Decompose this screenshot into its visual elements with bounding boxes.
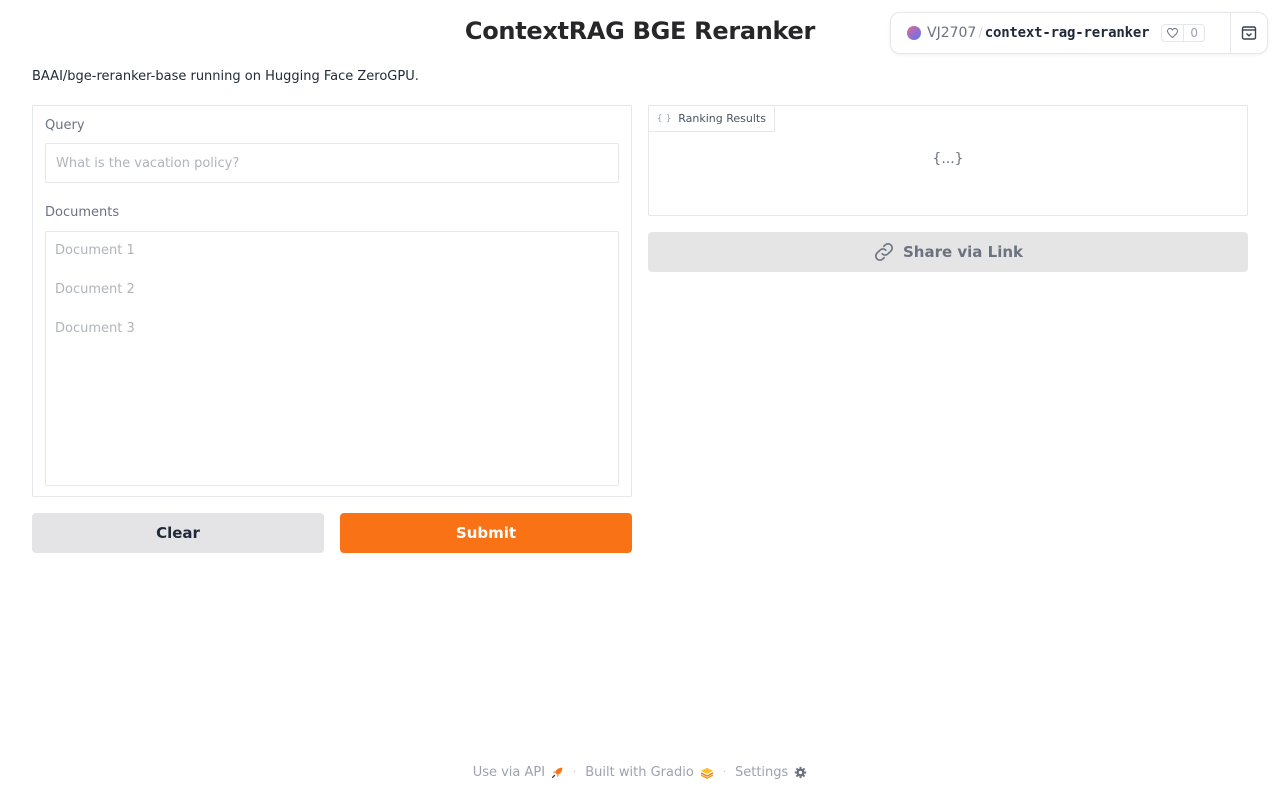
footer-separator: · <box>722 767 726 778</box>
like-button[interactable]: 0 <box>1161 24 1205 42</box>
settings-link[interactable]: Settings <box>735 765 807 780</box>
footer: Use via API · Built with Gradio · Settin… <box>0 765 1280 780</box>
hf-space-badge: VJ2707 / context-rag-reranker 0 <box>890 12 1268 54</box>
share-link-label: Share via Link <box>902 243 1023 261</box>
built-with-gradio-link[interactable]: Built with Gradio <box>585 765 714 780</box>
gradio-logo-icon <box>700 767 714 779</box>
documents-input[interactable] <box>45 231 619 486</box>
footer-separator: · <box>573 767 577 778</box>
link-icon <box>874 243 893 261</box>
query-label: Query <box>45 118 85 133</box>
submit-button[interactable]: Submit <box>340 513 632 553</box>
share-link-button[interactable]: Share via Link <box>648 232 1248 272</box>
use-via-api-label: Use via API <box>472 765 546 780</box>
clear-button[interactable]: Clear <box>32 513 324 553</box>
gear-icon <box>795 766 807 779</box>
settings-label: Settings <box>734 765 789 780</box>
hf-separator: / <box>978 25 983 41</box>
use-via-api-link[interactable]: Use via API <box>473 765 564 780</box>
output-panel: { } Ranking Results {...} <box>648 105 1248 216</box>
hf-repo-name[interactable]: context-rag-reranker <box>985 25 1150 41</box>
json-icon: { } <box>657 113 671 124</box>
collapse-icon <box>1241 26 1257 40</box>
app-description: BAAI/bge-reranker-base running on Huggin… <box>32 69 419 84</box>
built-with-gradio-label: Built with Gradio <box>585 765 694 780</box>
rocket-icon <box>552 767 563 779</box>
hf-space-info: VJ2707 / context-rag-reranker 0 <box>891 13 1231 53</box>
json-empty-value: {...} <box>932 151 964 167</box>
collapse-badge-button[interactable] <box>1231 13 1267 53</box>
heart-icon <box>1162 25 1185 41</box>
documents-label: Documents <box>45 205 120 220</box>
ranking-results-label: { } Ranking Results <box>649 106 775 132</box>
hf-username[interactable]: VJ2707 <box>927 25 976 41</box>
input-panel: Query Documents Document 1 Document 2 Do… <box>32 105 632 497</box>
query-input[interactable] <box>45 143 619 183</box>
ranking-results-title: Ranking Results <box>678 112 766 125</box>
user-avatar <box>907 26 921 40</box>
like-count: 0 <box>1190 26 1198 40</box>
